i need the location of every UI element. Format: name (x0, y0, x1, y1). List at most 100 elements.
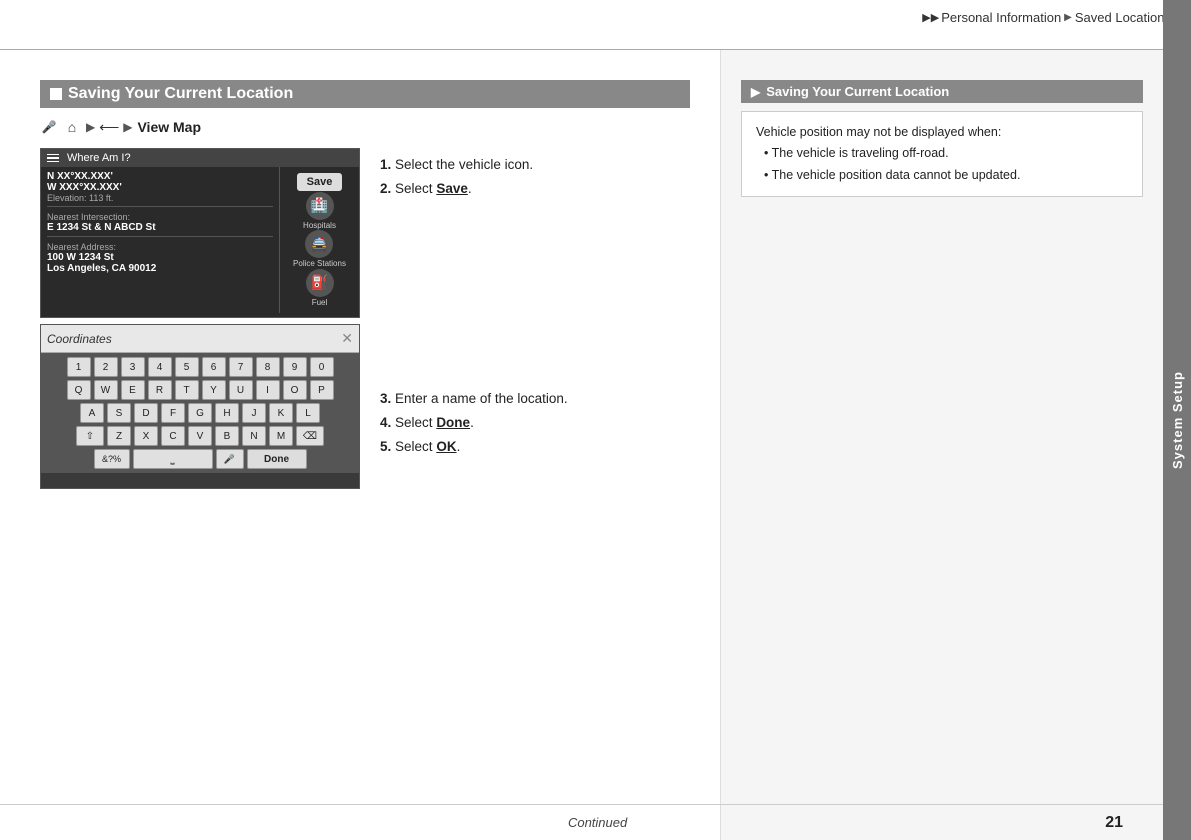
police-label: Police Stations (293, 259, 346, 268)
kbd-key-w[interactable]: W (94, 380, 118, 400)
kbd-key-h[interactable]: H (215, 403, 239, 423)
kbd-key-5[interactable]: 5 (175, 357, 199, 377)
note-item-2: The vehicle position data cannot be upda… (764, 165, 1128, 186)
kbd-key-i[interactable]: I (256, 380, 280, 400)
kbd-key-4[interactable]: 4 (148, 357, 172, 377)
kbd-key-s[interactable]: S (107, 403, 131, 423)
note-body: Vehicle position may not be displayed wh… (741, 111, 1143, 197)
keyboard-area: 1 2 3 4 5 6 7 8 9 0 Q (41, 353, 359, 473)
kbd-bottom-row: &?% ⎵ 🎤 Done (45, 449, 355, 469)
save-button-screen[interactable]: Save (297, 173, 343, 191)
shift-key[interactable]: ⇧ (76, 426, 104, 446)
kbd-key-n[interactable]: N (242, 426, 266, 446)
kbd-key-l[interactable]: L (296, 403, 320, 423)
coords-section: N XX°XX.XXX' W XXX°XX.XXX' Elevation: 11… (47, 171, 273, 207)
mic-icon: 🎤 (40, 118, 58, 136)
hospitals-label: Hospitals (303, 221, 336, 230)
mic-key[interactable]: 🎤 (216, 449, 244, 469)
instr-text-5: Select OK. (395, 439, 460, 454)
nav-arrow-2: ▶ (123, 120, 132, 134)
kbd-key-6[interactable]: 6 (202, 357, 226, 377)
footer-continued: Continued (90, 815, 1105, 830)
backspace-key[interactable]: ⌫ (296, 426, 324, 446)
done-word: Done (436, 415, 470, 430)
instruction-3: 3. Enter a name of the location. (380, 387, 690, 411)
breadcrumb: ▶▶ Personal Information ▶ Saved Location… (922, 10, 1171, 25)
symbols-key[interactable]: &?% (94, 449, 130, 469)
instruction-2: 2. Select Save. (380, 177, 690, 201)
kbd-key-f[interactable]: F (161, 403, 185, 423)
police-icon-circle: 🚔 (305, 230, 333, 258)
breadcrumb-separator: ▶ (1064, 12, 1072, 23)
close-icon[interactable]: ✕ (341, 330, 353, 347)
screen2-title: Coordinates (47, 332, 112, 346)
instr-text-2: Select Save. (395, 181, 472, 196)
breadcrumb-item-2: Saved Locations (1075, 10, 1171, 25)
screen2-top: Coordinates ✕ (41, 325, 359, 353)
menu-icon (47, 154, 59, 163)
kbd-key-u[interactable]: U (229, 380, 253, 400)
kbd-key-0[interactable]: 0 (310, 357, 334, 377)
space-key[interactable]: ⎵ (133, 449, 213, 469)
kbd-key-a[interactable]: A (80, 403, 104, 423)
kbd-row-asdf: A S D F G H J K L (45, 403, 355, 423)
screen1-right-panel: Save 🏥 Hospitals 🚔 Police Stations ⛽ (279, 167, 359, 313)
nearest-label: Nearest Intersection: (47, 212, 273, 222)
kbd-key-z[interactable]: Z (107, 426, 131, 446)
kbd-key-1[interactable]: 1 (67, 357, 91, 377)
kbd-key-v[interactable]: V (188, 426, 212, 446)
kbd-key-9[interactable]: 9 (283, 357, 307, 377)
section-header-icon (50, 88, 62, 100)
kbd-key-2[interactable]: 2 (94, 357, 118, 377)
kbd-key-y[interactable]: Y (202, 380, 226, 400)
kbd-row-numbers: 1 2 3 4 5 6 7 8 9 0 (45, 357, 355, 377)
kbd-key-c[interactable]: C (161, 426, 185, 446)
screenshots-left: Where Am I? N XX°XX.XXX' W XXX°XX.XXX' E… (40, 148, 360, 489)
instructions-panel: 1. Select the vehicle icon. 2. Select Sa… (380, 148, 690, 459)
kbd-key-p[interactable]: P (310, 380, 334, 400)
instr-text-3: Enter a name of the location. (395, 391, 568, 406)
note-header: ▶ Saving Your Current Location (741, 80, 1143, 103)
done-key[interactable]: Done (247, 449, 307, 469)
kbd-key-q[interactable]: Q (67, 380, 91, 400)
kbd-key-e[interactable]: E (121, 380, 145, 400)
kbd-row-zxcv: ⇧ Z X C V B N M ⌫ (45, 426, 355, 446)
note-list: The vehicle is traveling off-road. The v… (756, 143, 1128, 186)
home-icon: ⌂ (63, 118, 81, 136)
fuel-icon-circle: ⛽ (306, 269, 334, 297)
kbd-row-qwerty: Q W E R T Y U I O P (45, 380, 355, 400)
screen1-body: N XX°XX.XXX' W XXX°XX.XXX' Elevation: 11… (41, 167, 359, 313)
kbd-key-8[interactable]: 8 (256, 357, 280, 377)
note-item-1: The vehicle is traveling off-road. (764, 143, 1128, 164)
sidebar-label: System Setup (1170, 371, 1185, 469)
header-bar: ▶▶ Personal Information ▶ Saved Location… (0, 0, 1191, 50)
breadcrumb-item-1: Personal Information (941, 10, 1061, 25)
coords-val1: N XX°XX.XXX' (47, 171, 273, 182)
hospitals-icon: 🏥 Hospitals (303, 192, 336, 230)
instr-num-1: 1. (380, 157, 391, 172)
note-intro: Vehicle position may not be displayed wh… (756, 122, 1128, 143)
elevation-val: Elevation: 113 ft. (47, 193, 273, 203)
note-title: Saving Your Current Location (766, 84, 949, 99)
kbd-key-r[interactable]: R (148, 380, 172, 400)
screen1-left-panel: N XX°XX.XXX' W XXX°XX.XXX' Elevation: 11… (41, 167, 279, 313)
kbd-key-k[interactable]: K (269, 403, 293, 423)
nav-label: View Map (137, 119, 201, 135)
kbd-key-t[interactable]: T (175, 380, 199, 400)
kbd-key-g[interactable]: G (188, 403, 212, 423)
kbd-key-j[interactable]: J (242, 403, 266, 423)
footer-page-number: 21 (1105, 814, 1123, 832)
instr-num-5: 5. (380, 439, 391, 454)
kbd-key-3[interactable]: 3 (121, 357, 145, 377)
save-word: Save (436, 181, 468, 196)
ok-word: OK (436, 439, 456, 454)
kbd-key-o[interactable]: O (283, 380, 307, 400)
kbd-key-b[interactable]: B (215, 426, 239, 446)
kbd-key-x[interactable]: X (134, 426, 158, 446)
kbd-key-7[interactable]: 7 (229, 357, 253, 377)
kbd-key-m[interactable]: M (269, 426, 293, 446)
address-value: 100 W 1234 St (47, 252, 273, 263)
instr-text-1: Select the vehicle icon. (395, 157, 533, 172)
kbd-key-d[interactable]: D (134, 403, 158, 423)
intersection-section: Nearest Intersection: E 1234 St & N ABCD… (47, 212, 273, 237)
